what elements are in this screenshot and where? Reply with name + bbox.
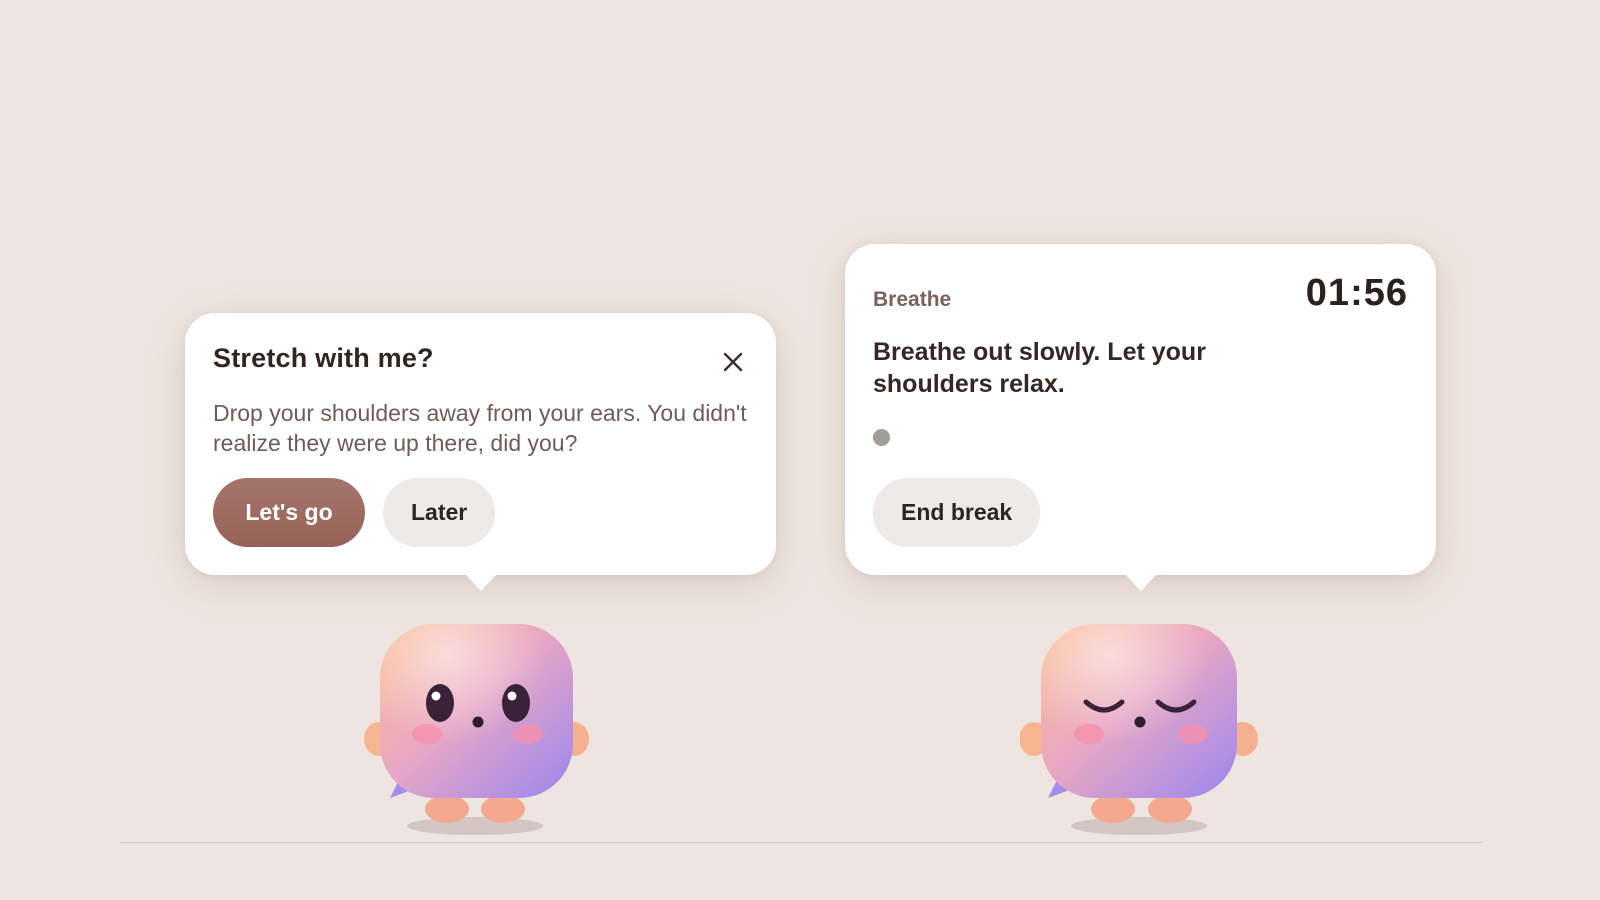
desktop-stage: Stretch with me? Drop your shoulders awa… [0, 0, 1600, 900]
stretch-actions: Let's go Later [213, 478, 496, 547]
stretch-message: Drop your shoulders away from your ears.… [213, 400, 747, 456]
later-button[interactable]: Later [383, 478, 496, 547]
close-icon[interactable] [720, 349, 746, 375]
countdown-timer: 01:56 [1305, 272, 1408, 314]
breathe-label: Breathe [873, 288, 952, 311]
mascot-awake-icon[interactable] [362, 616, 602, 846]
lets-go-button[interactable]: Let's go [213, 478, 365, 547]
stretch-title: Stretch with me? [213, 343, 434, 373]
breathe-actions: End break [873, 478, 1041, 547]
breathe-instruction: Breathe out slowly. Let your shoulders r… [873, 338, 1206, 398]
end-break-button[interactable]: End break [873, 478, 1041, 547]
breath-indicator-dot [873, 429, 890, 446]
mascot-calm-icon[interactable] [1020, 610, 1260, 840]
stretch-prompt-bubble: Stretch with me? Drop your shoulders awa… [185, 313, 776, 591]
breathe-session-bubble: Breathe 01:56 Breathe out slowly. Let yo… [845, 244, 1436, 591]
floor-divider [120, 842, 1482, 843]
